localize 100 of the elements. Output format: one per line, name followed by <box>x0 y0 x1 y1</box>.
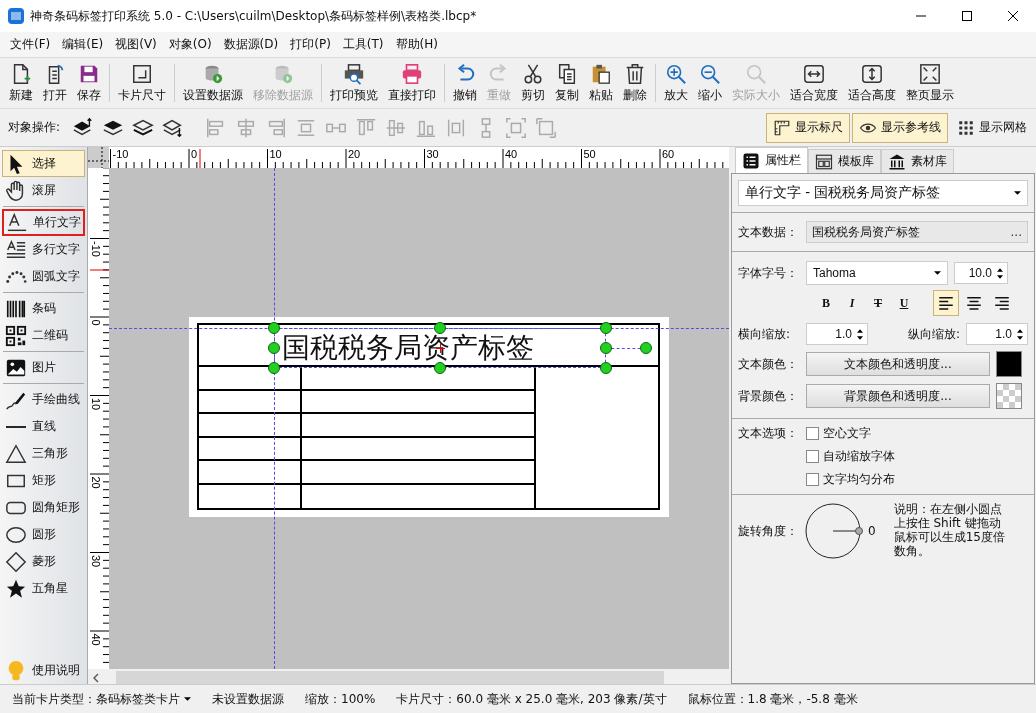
tool-button[interactable]: 菱形 <box>2 548 85 575</box>
columns-building-icon <box>888 152 906 171</box>
selected-text-object[interactable]: 国税税务局资产标签 <box>282 334 534 362</box>
rotation-dial[interactable] <box>804 501 864 561</box>
object-dropdown[interactable]: 单行文字 - 国税税务局资产标签 <box>738 180 1028 206</box>
text-data-field[interactable]: 国税税务局资产标签 ... <box>806 221 1028 243</box>
option-checkbox[interactable]: 自动缩放字体 <box>806 448 895 465</box>
panel-tab[interactable]: 素材库 <box>881 149 954 173</box>
menu-item[interactable]: 打印(P) <box>284 36 337 53</box>
tool-button[interactable]: 选择 <box>2 150 85 177</box>
line-icon <box>6 425 26 428</box>
toolbar-button[interactable]: 设置数据源 <box>178 58 248 108</box>
format-button[interactable]: U <box>892 291 916 315</box>
horizontal-ruler: -10 0 10 20 30 40 50 60 <box>109 147 729 168</box>
option-checkbox[interactable]: 空心文字 <box>806 425 895 442</box>
status-text: 缩放：100% <box>304 690 377 708</box>
font-size-field[interactable]: 10.0 <box>954 262 1008 284</box>
tool-button[interactable]: 单行文字 <box>2 209 85 236</box>
caret-icon <box>934 271 941 275</box>
format-button[interactable]: T <box>866 291 890 315</box>
toolbar-button[interactable]: 剪切 <box>516 58 550 108</box>
toolbar-button[interactable]: 整页显示 <box>901 58 959 108</box>
toolbar-button[interactable]: 打印预览 <box>325 58 383 108</box>
toolbar-button[interactable]: 放大 <box>659 58 693 108</box>
ruler-origin-icon[interactable] <box>88 147 109 168</box>
zoom-out-icon <box>699 62 721 85</box>
toolbar-button[interactable]: 新建 <box>4 58 38 108</box>
tool-button[interactable]: 圆角矩形 <box>2 494 85 521</box>
horizontal-scale-field[interactable]: 1.0 <box>806 323 868 345</box>
ruler-icon <box>773 118 791 137</box>
toolbar-button[interactable]: 适合高度 <box>843 58 901 108</box>
field-label: 背景颜色： <box>738 387 799 405</box>
vertical-scale-field[interactable]: 1.0 <box>966 323 1028 345</box>
menu-item[interactable]: 数据源(D) <box>217 36 285 53</box>
spinner-icon <box>857 328 863 340</box>
toolbar-button[interactable]: 缩小 <box>693 58 727 108</box>
window-title: 神奇条码标签打印系统 5.0 - C:\Users\cuilm\Desktop\条码标签样例\表格类.lbcp* <box>30 7 477 25</box>
toolbar-button[interactable]: 复制 <box>550 58 584 108</box>
align-center-icon <box>965 294 983 312</box>
field-label: 纵向缩放: <box>906 325 960 343</box>
field-label: 文本颜色： <box>738 355 799 373</box>
view-toggle-button[interactable]: 显示标尺 <box>766 112 850 143</box>
tool-button[interactable]: 二维码 <box>2 322 85 349</box>
toolbar-button[interactable]: 适合宽度 <box>785 58 843 108</box>
tool-button[interactable]: 手绘曲线 <box>2 386 85 413</box>
field-label: 字体字号： <box>738 264 799 282</box>
menu-item[interactable]: 工具(T) <box>336 36 390 53</box>
font-dropdown[interactable]: Tahoma <box>806 261 948 285</box>
toolbar-button[interactable]: 粘贴 <box>584 58 618 108</box>
help-button[interactable]: 使用说明 <box>2 657 85 684</box>
toolbar-button[interactable]: 卡片尺寸 <box>113 58 171 108</box>
magnifier-icon <box>745 62 767 85</box>
panel-tab[interactable]: 属性栏 <box>735 147 808 173</box>
trash-can-icon <box>624 62 646 85</box>
spinner-icon <box>997 267 1003 279</box>
resize-square-icon <box>131 62 153 85</box>
multiline-text-icon <box>5 238 27 261</box>
view-toggle-button[interactable]: 显示参考线 <box>852 112 948 143</box>
toolbar-button[interactable]: 直接打印 <box>383 58 441 108</box>
text-color-button[interactable]: 文本颜色和透明度... <box>806 352 990 376</box>
text-color-swatch[interactable] <box>996 351 1022 377</box>
format-button[interactable]: B <box>814 291 838 315</box>
tool-button[interactable]: 三角形 <box>2 440 85 467</box>
tool-button[interactable]: 矩形 <box>2 467 85 494</box>
panel-tab[interactable]: 模板库 <box>808 149 881 173</box>
background-color-button[interactable]: 背景颜色和透明度... <box>806 384 990 408</box>
horizontal-arrows-icon <box>803 62 825 85</box>
tool-button[interactable]: 直线 <box>2 413 85 440</box>
caret-icon <box>184 697 191 701</box>
toolbar-button[interactable]: 删除 <box>618 58 652 108</box>
align-button[interactable] <box>933 290 959 316</box>
scrollbar-thumb[interactable] <box>116 671 664 685</box>
view-toggle-button[interactable]: 显示网格 <box>950 112 1034 143</box>
design-canvas[interactable]: 国税税务局资产标签 <box>109 168 729 669</box>
rotation-hint-text: 说明：在左侧小圆点上按住 Shift 键拖动鼠标可以生成15度倍数角。 <box>893 503 1006 559</box>
card-type-dropdown[interactable]: 当前卡片类型：条码标签类卡片 <box>8 690 195 708</box>
caret-icon <box>1014 191 1021 195</box>
toolbar-button[interactable]: 打开 <box>38 58 72 108</box>
tool-button[interactable]: 圆形 <box>2 521 85 548</box>
toolbar-button[interactable]: 撤销 <box>448 58 482 108</box>
transparent-swatch[interactable] <box>996 383 1022 409</box>
toolbar-button[interactable]: 保存 <box>72 58 106 108</box>
tool-button[interactable]: 多行文字 <box>2 236 85 263</box>
status-text: 鼠标位置：1.8 毫米，-5.8 毫米 <box>686 690 859 708</box>
option-checkbox[interactable]: 文字均匀分布 <box>806 471 895 488</box>
tool-button[interactable]: 五角星 <box>2 575 85 602</box>
tool-button[interactable]: 图片 <box>2 354 85 381</box>
tool-button[interactable]: 圆弧文字 <box>2 263 85 290</box>
menu-item[interactable]: 帮助(H) <box>389 36 444 53</box>
tool-button[interactable]: 滚屏 <box>2 177 85 204</box>
menu-item[interactable]: 视图(V) <box>109 36 163 53</box>
vertical-ruler: -10 0 10 20 30 40 <box>88 168 109 669</box>
printer-icon <box>401 62 423 85</box>
menu-item[interactable]: 编辑(E) <box>56 36 110 53</box>
format-button[interactable]: I <box>840 291 864 315</box>
spinner-icon <box>1017 328 1023 340</box>
menu-item[interactable]: 文件(F) <box>4 36 57 53</box>
tool-button[interactable]: 条码 <box>2 295 85 322</box>
scroll-left-icon[interactable] <box>92 673 100 683</box>
menu-item[interactable]: 对象(O) <box>162 36 218 53</box>
